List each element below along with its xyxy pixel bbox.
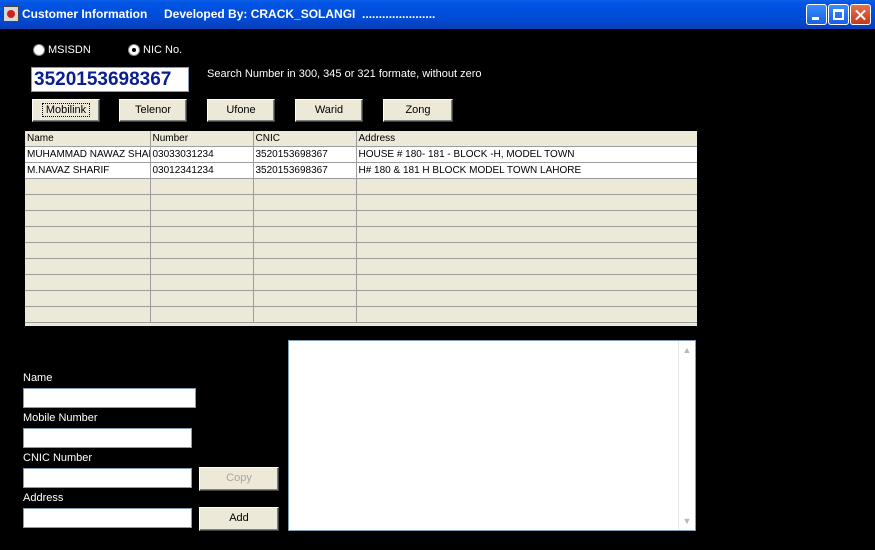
window-title: Customer Information Developed By: CRACK…: [22, 7, 435, 21]
empty-cell[interactable]: [356, 275, 697, 291]
mobilink-button-label: Mobilink: [43, 104, 89, 116]
column-header-address[interactable]: Address: [356, 131, 697, 147]
empty-cell[interactable]: [253, 227, 356, 243]
empty-cell[interactable]: [25, 195, 150, 211]
column-header-number[interactable]: Number: [150, 131, 253, 147]
empty-cell[interactable]: [356, 291, 697, 307]
msisdn-radio-label: MSISDN: [48, 44, 91, 56]
empty-cell[interactable]: [253, 243, 356, 259]
empty-cell[interactable]: [356, 211, 697, 227]
cell-cnic[interactable]: 3520153698367: [253, 163, 356, 179]
mobile-number-label: Mobile Number: [23, 412, 98, 424]
empty-table-row[interactable]: [25, 211, 697, 227]
empty-cell[interactable]: [25, 259, 150, 275]
telenor-button[interactable]: Telenor: [119, 99, 187, 122]
empty-cell[interactable]: [253, 291, 356, 307]
empty-cell[interactable]: [150, 227, 253, 243]
search-number-input[interactable]: 3520153698367: [31, 67, 189, 92]
close-button[interactable]: [850, 4, 871, 25]
address-label: Address: [23, 492, 63, 504]
cell-number[interactable]: 03012341234: [150, 163, 253, 179]
app-icon[interactable]: [3, 6, 19, 22]
radio-circle[interactable]: [33, 44, 45, 56]
cnic-number-label: CNIC Number: [23, 452, 92, 464]
empty-cell[interactable]: [356, 259, 697, 275]
empty-table-row[interactable]: [25, 259, 697, 275]
empty-cell[interactable]: [150, 211, 253, 227]
empty-table-row[interactable]: [25, 227, 697, 243]
empty-cell[interactable]: [150, 243, 253, 259]
table-row[interactable]: MUHAMMAD NAWAZ SHARIF0303303123435201536…: [25, 147, 697, 163]
empty-table-row[interactable]: [25, 243, 697, 259]
results-grid[interactable]: Name Number CNIC Address MUHAMMAD NAWAZ …: [25, 131, 697, 326]
empty-cell[interactable]: [356, 195, 697, 211]
radio-circle-checked[interactable]: [128, 44, 140, 56]
empty-table-row[interactable]: [25, 195, 697, 211]
empty-cell[interactable]: [253, 211, 356, 227]
cell-cnic[interactable]: 3520153698367: [253, 147, 356, 163]
empty-cell[interactable]: [25, 275, 150, 291]
copy-button[interactable]: Copy: [199, 467, 279, 491]
empty-cell[interactable]: [150, 307, 253, 323]
warid-button[interactable]: Warid: [295, 99, 363, 122]
empty-cell[interactable]: [25, 211, 150, 227]
maximize-button[interactable]: [828, 4, 849, 25]
nic-radio-label: NIC No.: [143, 44, 182, 56]
scroll-down-icon[interactable]: ▼: [680, 514, 694, 528]
column-header-name[interactable]: Name: [25, 131, 150, 147]
empty-cell[interactable]: [25, 179, 150, 195]
empty-cell[interactable]: [253, 275, 356, 291]
zong-button[interactable]: Zong: [383, 99, 453, 122]
cell-name[interactable]: M.NAVAZ SHARIF: [25, 163, 150, 179]
empty-cell[interactable]: [356, 179, 697, 195]
mobilink-button[interactable]: Mobilink: [32, 99, 100, 122]
cell-name[interactable]: MUHAMMAD NAWAZ SHARIF: [25, 147, 150, 163]
empty-cell[interactable]: [150, 275, 253, 291]
name-field[interactable]: [23, 388, 196, 408]
search-hint: Search Number in 300, 345 or 321 formate…: [207, 68, 482, 80]
ufone-button[interactable]: Ufone: [207, 99, 275, 122]
column-header-cnic[interactable]: CNIC: [253, 131, 356, 147]
name-label: Name: [23, 372, 52, 384]
details-textarea[interactable]: ▲ ▼: [288, 340, 696, 531]
empty-table-row[interactable]: [25, 291, 697, 307]
empty-cell[interactable]: [253, 179, 356, 195]
empty-cell[interactable]: [25, 291, 150, 307]
empty-cell[interactable]: [25, 307, 150, 323]
cell-address[interactable]: HOUSE # 180- 181 - BLOCK -H, MODEL TOWN: [356, 147, 697, 163]
empty-cell[interactable]: [253, 195, 356, 211]
empty-cell[interactable]: [356, 243, 697, 259]
cell-address[interactable]: H# 180 & 181 H BLOCK MODEL TOWN LAHORE: [356, 163, 697, 179]
minimize-button[interactable]: [806, 4, 827, 25]
table-row[interactable]: M.NAVAZ SHARIF030123412343520153698367H#…: [25, 163, 697, 179]
empty-cell[interactable]: [253, 307, 356, 323]
empty-cell[interactable]: [253, 259, 356, 275]
title-bar: Customer Information Developed By: CRACK…: [0, 0, 875, 29]
empty-cell[interactable]: [25, 243, 150, 259]
empty-cell[interactable]: [150, 259, 253, 275]
scroll-up-icon[interactable]: ▲: [680, 343, 694, 357]
vertical-scrollbar[interactable]: ▲ ▼: [678, 341, 695, 530]
address-field[interactable]: [23, 508, 192, 528]
empty-cell[interactable]: [150, 179, 253, 195]
mobile-number-field[interactable]: [23, 428, 192, 448]
empty-table-row[interactable]: [25, 179, 697, 195]
empty-table-row[interactable]: [25, 307, 697, 323]
empty-cell[interactable]: [150, 291, 253, 307]
empty-cell[interactable]: [150, 195, 253, 211]
empty-cell[interactable]: [25, 227, 150, 243]
cell-number[interactable]: 03033031234: [150, 147, 253, 163]
empty-cell[interactable]: [356, 307, 697, 323]
empty-cell[interactable]: [356, 227, 697, 243]
empty-table-row[interactable]: [25, 275, 697, 291]
cnic-number-field[interactable]: [23, 468, 192, 488]
add-button[interactable]: Add: [199, 507, 279, 531]
